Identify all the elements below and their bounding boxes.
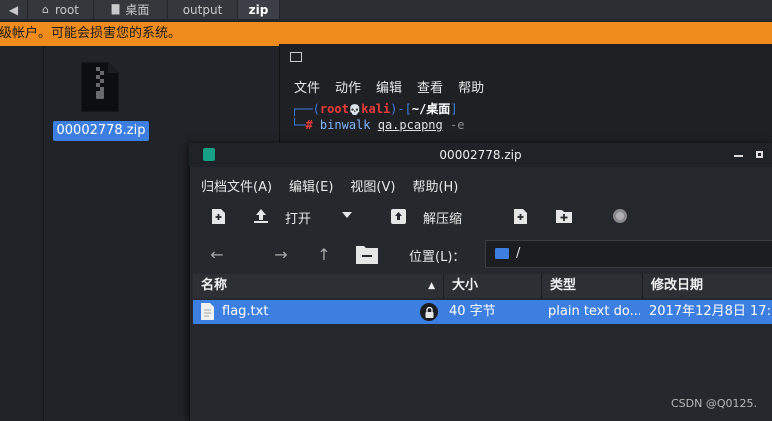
breadcrumb-output[interactable]: output [168, 0, 238, 19]
archive-window-title: 00002778.zip [439, 148, 522, 162]
prompt-host: kali [361, 102, 391, 116]
column-modified-label: 修改日期 [651, 278, 704, 293]
sort-ascending-icon: ▲ [428, 281, 435, 291]
maximize-icon[interactable] [756, 151, 763, 158]
breadcrumb-zip[interactable]: zip [238, 0, 280, 19]
forward-icon[interactable]: → [272, 245, 290, 264]
breadcrumb-label: 桌面 [125, 3, 150, 17]
menu-archive[interactable]: 归档文件(A) [201, 176, 272, 195]
column-name[interactable]: 名称 ▲ [193, 274, 444, 298]
command-name: binwalk [319, 118, 371, 132]
menu-view[interactable]: 视图(V) [350, 176, 395, 195]
terminal-menu-view[interactable]: 查看 [417, 77, 443, 96]
column-type-label: 类型 [550, 278, 577, 293]
prompt-user: root [319, 102, 349, 116]
breadcrumb: ◀ ⌂ root ▇ 桌面 output zip [0, 0, 772, 19]
warning-text: 超级帐户。可能会损害您的系统。 [0, 26, 182, 41]
terminal-menu-help[interactable]: 帮助 [458, 77, 484, 96]
column-size[interactable]: 大小 [444, 274, 542, 298]
prompt-path: ~/桌面 [411, 102, 451, 116]
row-type: plain text do... [548, 304, 640, 319]
terminal-command-line: └─# binwalk qa.pcapng -e [291, 118, 465, 132]
location-folder-icon [495, 248, 509, 259]
text-file-icon [201, 303, 214, 320]
column-name-label: 名称 [201, 278, 228, 293]
lock-icon [420, 303, 438, 321]
back-arrow-icon[interactable]: ◀ [0, 0, 28, 19]
menu-help[interactable]: 帮助(H) [412, 176, 458, 195]
minimize-icon[interactable] [734, 155, 743, 157]
dropdown-arrow-icon[interactable] [340, 210, 354, 220]
command-flag: -e [450, 118, 465, 132]
command-arg: qa.pcapng [377, 118, 443, 132]
location-label: 位置(L)： [409, 250, 466, 265]
skull-icon: 💀 [348, 105, 362, 116]
back-icon[interactable]: ← [208, 245, 226, 264]
up-icon[interactable]: ↑ [315, 245, 333, 264]
extract-icon[interactable] [389, 207, 407, 225]
location-value: / [516, 246, 521, 261]
row-size: 40 字节 [449, 304, 496, 319]
row-date: 2017年12月8日 17: [649, 304, 771, 319]
breadcrumb-label: zip [248, 2, 269, 17]
breadcrumb-desktop[interactable]: ▇ 桌面 [94, 0, 168, 19]
location-input[interactable]: / [485, 240, 772, 268]
add-file-icon[interactable] [512, 208, 528, 224]
desktop-file-label[interactable]: 00002778.zip [53, 121, 149, 141]
folder-icon: ▇ [111, 4, 120, 15]
terminal-icon [290, 52, 302, 62]
menu-edit[interactable]: 编辑(E) [289, 176, 333, 195]
column-modified[interactable]: 修改日期 [643, 274, 772, 298]
column-size-label: 大小 [452, 278, 479, 293]
terminal-menu-action[interactable]: 动作 [335, 77, 361, 96]
terminal-window [279, 44, 772, 154]
home-icon: ⌂ [41, 3, 49, 16]
root-warning-banner: 超级帐户。可能会损害您的系统。 [0, 22, 772, 46]
open-archive-icon[interactable] [252, 207, 270, 225]
breadcrumb-label: root [54, 2, 80, 17]
zip-file-icon[interactable] [80, 61, 120, 113]
breadcrumb-label: output [182, 2, 223, 17]
add-folder-icon[interactable] [555, 208, 573, 224]
extract-button[interactable]: 解压缩 [423, 208, 462, 227]
row-filename: flag.txt [222, 304, 269, 319]
breadcrumb-root[interactable]: ⌂ root [28, 0, 94, 19]
watermark: CSDN @Q0125. [671, 397, 758, 410]
archive-menubar: 归档文件(A) 编辑(E) 视图(V) 帮助(H) [201, 176, 458, 195]
terminal-prompt-line: ┌──(root💀kali)-[~/桌面] [291, 102, 458, 116]
terminal-menu-edit[interactable]: 编辑 [376, 77, 402, 96]
new-archive-icon[interactable] [210, 208, 226, 224]
terminal-menubar: 文件 动作 编辑 查看 帮助 [294, 77, 484, 96]
terminal-menu-file[interactable]: 文件 [294, 77, 320, 96]
column-type[interactable]: 类型 [542, 274, 643, 298]
open-button[interactable]: 打开 [285, 208, 311, 227]
stop-icon[interactable] [611, 207, 629, 225]
sidebar-divider [43, 46, 44, 421]
home-folder-icon[interactable] [355, 243, 379, 265]
